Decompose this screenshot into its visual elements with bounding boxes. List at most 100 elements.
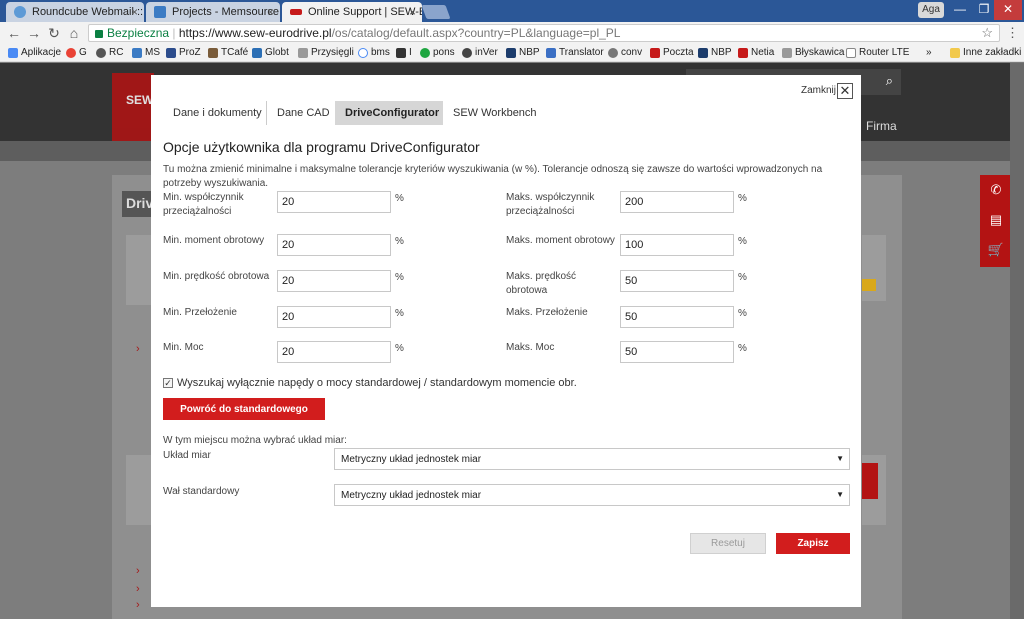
- close-icon[interactable]: ×: [131, 5, 138, 19]
- max-speed-input[interactable]: [620, 270, 734, 292]
- bookmark-item[interactable]: G: [66, 46, 87, 60]
- conv-icon: [608, 48, 618, 58]
- close-icon[interactable]: ×: [409, 5, 416, 19]
- field-label: Maks. prędkość obrotowa: [506, 271, 577, 296]
- bookmark-item[interactable]: RC: [96, 46, 123, 60]
- netia-icon: [738, 48, 748, 58]
- min-power-input[interactable]: [277, 341, 391, 363]
- bookmark-item[interactable]: conv: [608, 46, 642, 60]
- bookmark-item[interactable]: Błyskawica: [782, 46, 844, 60]
- browser-tab-memsource[interactable]: Projects - Memsource ×: [146, 2, 280, 22]
- reset-button[interactable]: Resetuj: [690, 533, 766, 554]
- bookmark-item[interactable]: ProZ: [166, 46, 201, 60]
- bookmark-item[interactable]: Netia: [738, 46, 774, 60]
- address-bar[interactable]: Bezpieczna | https://www.sew-eurodrive.p…: [88, 24, 1000, 42]
- phone-icon[interactable]: ✆: [980, 175, 1012, 205]
- back-icon[interactable]: ←: [6, 25, 22, 41]
- unit-label: %: [395, 343, 404, 354]
- units-intro: W tym miejscu można wybrać układ miar:: [163, 435, 347, 446]
- document-icon[interactable]: ▤: [980, 205, 1012, 235]
- unit-label: %: [738, 343, 747, 354]
- browser-tab-sew[interactable]: Online Support | SEW-EU ×: [282, 2, 422, 22]
- unit-label: %: [738, 193, 747, 204]
- inver-icon: [462, 48, 472, 58]
- close-icon[interactable]: ✕: [837, 83, 853, 99]
- bookmark-item[interactable]: bms: [358, 46, 390, 60]
- close-window-icon[interactable]: ✕: [994, 0, 1022, 20]
- min-overload-input[interactable]: [277, 191, 391, 213]
- reload-icon[interactable]: ↻: [46, 25, 62, 41]
- field-label: Min. moment obrotowy: [163, 235, 265, 246]
- bookmark-item[interactable]: Przysięgli: [298, 46, 354, 60]
- home-icon[interactable]: ⌂: [66, 25, 82, 41]
- max-ratio-input[interactable]: [620, 306, 734, 328]
- close-icon[interactable]: ×: [267, 5, 274, 19]
- bookmark-item[interactable]: Translator: [546, 46, 604, 60]
- bookmarks-bar: Aplikacje G RC MS ProZ TCafé Globt Przys…: [0, 44, 1024, 62]
- close-label[interactable]: Zamknij: [801, 85, 836, 96]
- standard-only-checkbox[interactable]: ✓: [163, 378, 173, 388]
- browser-tabstrip: Roundcube Webmail :: C × Projects - Mems…: [0, 0, 1024, 22]
- restore-defaults-button[interactable]: Powróć do standardowego: [163, 398, 325, 420]
- bookmark-item[interactable]: I: [396, 46, 412, 60]
- tab-driveconfigurator[interactable]: DriveConfigurator: [335, 101, 443, 125]
- bookmark-item[interactable]: Poczta: [650, 46, 694, 60]
- cart-icon[interactable]: 🛒: [980, 235, 1012, 265]
- min-ratio-input[interactable]: [277, 306, 391, 328]
- browser-tab-roundcube[interactable]: Roundcube Webmail :: C ×: [6, 2, 144, 22]
- site-card: [126, 455, 152, 525]
- standard-shaft-select[interactable]: Metryczny układ jednostek miar ▼: [334, 484, 850, 506]
- site-nav-firma[interactable]: Firma: [866, 119, 897, 133]
- bookmark-star-icon[interactable]: ☆: [981, 25, 993, 41]
- site-logo[interactable]: SEW: [112, 73, 154, 141]
- bookmark-item[interactable]: Globt: [252, 46, 289, 60]
- lock-icon: [95, 30, 103, 38]
- page-scrollbar[interactable]: [1010, 63, 1024, 619]
- max-power-input[interactable]: [620, 341, 734, 363]
- modal-title: Opcje użytkownika dla programu DriveConf…: [163, 139, 480, 155]
- checkbox-label[interactable]: Wyszukaj wyłącznie napędy o mocy standar…: [177, 377, 577, 389]
- bookmarks-more-icon[interactable]: »: [926, 46, 932, 60]
- ms-icon: [132, 48, 142, 58]
- bookmark-item[interactable]: Router LTE: [846, 46, 909, 60]
- other-bookmarks[interactable]: Inne zakładki: [950, 46, 1021, 60]
- profile-button[interactable]: Aga: [918, 2, 944, 18]
- field-label: Min. Przełożenie: [163, 307, 237, 318]
- bookmark-item[interactable]: NBP: [698, 46, 732, 60]
- apps-icon: [8, 48, 18, 58]
- google-icon: [66, 48, 76, 58]
- browser-toolbar: ← → ↻ ⌂ Bezpieczna | https://www.sew-eur…: [0, 22, 1024, 44]
- min-speed-input[interactable]: [277, 270, 391, 292]
- unit-system-select[interactable]: Metryczny układ jednostek miar ▼: [334, 448, 850, 470]
- new-tab-button[interactable]: [421, 5, 451, 19]
- bookmark-i-icon: [396, 48, 406, 58]
- browser-menu-icon[interactable]: ⋮: [1006, 25, 1019, 41]
- przysiegli-icon: [298, 48, 308, 58]
- warning-icon: [862, 279, 876, 291]
- min-torque-input[interactable]: [277, 234, 391, 256]
- site-quick-actions: ✆ ▤ 🛒: [980, 175, 1012, 267]
- bookmark-item[interactable]: Aplikacje: [8, 46, 61, 60]
- tcafe-icon: [208, 48, 218, 58]
- max-overload-input[interactable]: [620, 191, 734, 213]
- bookmark-item[interactable]: pons: [420, 46, 455, 60]
- bookmark-item[interactable]: NBP: [506, 46, 540, 60]
- field-label: Maks. współczynnik przeciążalności: [506, 192, 595, 217]
- max-torque-input[interactable]: [620, 234, 734, 256]
- site-product-image: [862, 463, 878, 499]
- tab-sew-workbench[interactable]: SEW Workbench: [443, 101, 539, 125]
- bookmark-item[interactable]: inVer: [462, 46, 498, 60]
- rc-icon: [96, 48, 106, 58]
- bookmark-item[interactable]: TCafé: [208, 46, 248, 60]
- field-label: Min. prędkość obrotowa: [163, 271, 270, 282]
- browser-tab-label: Roundcube Webmail :: C: [32, 6, 144, 18]
- tab-dane-i-dokumenty[interactable]: Dane i dokumenty: [163, 101, 267, 125]
- select-value: Metryczny układ jednostek miar: [341, 490, 482, 501]
- site-section-heading: Driv: [122, 191, 153, 217]
- save-button[interactable]: Zapisz: [776, 533, 850, 554]
- secure-label: Bezpieczna: [107, 26, 170, 40]
- select-label: Układ miar: [163, 450, 211, 461]
- tab-dane-cad[interactable]: Dane CAD: [267, 101, 335, 125]
- bookmark-item[interactable]: MS: [132, 46, 160, 60]
- forward-icon[interactable]: →: [26, 25, 42, 41]
